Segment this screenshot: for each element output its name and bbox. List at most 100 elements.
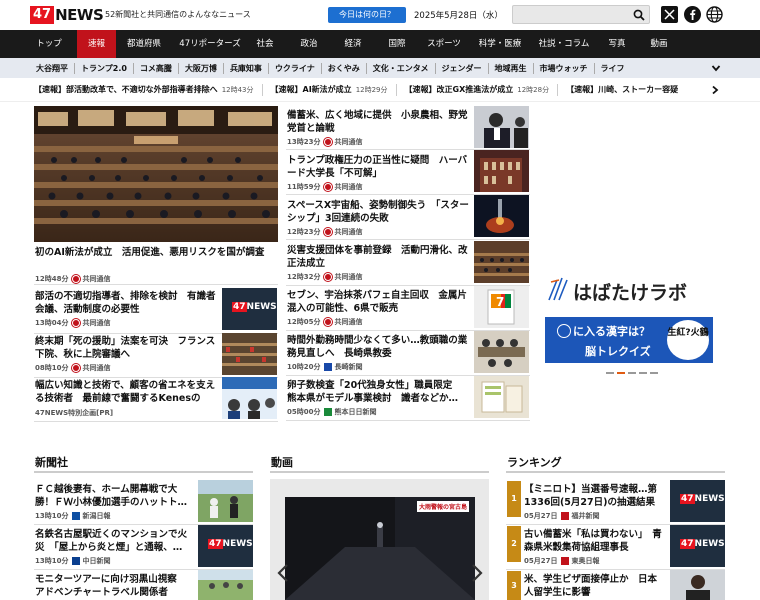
breaking-item[interactable]: 【速報】川崎、ストーカー容疑 <box>566 84 678 95</box>
topic-item[interactable]: 文化・エンタメ <box>365 62 435 74</box>
nav-sports[interactable]: スポーツ <box>424 30 464 58</box>
topic-item[interactable]: コメ高騰 <box>132 62 178 74</box>
topic-item[interactable]: ライフ <box>593 62 631 74</box>
article-item[interactable]: 名鉄名古屋駅近くのマンションで火災 「屋上から炎と煙」と通報、… 13時10分 中… <box>35 529 195 568</box>
article-item[interactable]: 備蓄米、広く地域に提供 小泉農相、野党党首と論戦 13時23分 共同通信 <box>287 110 469 149</box>
article-time: 12時32分 <box>287 273 321 281</box>
article-thumbnail[interactable] <box>198 480 253 522</box>
article-title: モニターツアーに向け羽黒山視察 アドベンチャートラベル関係者 <box>35 574 187 598</box>
x-icon[interactable] <box>661 6 678 23</box>
nav-editorial[interactable]: 社説・コラム <box>536 30 592 58</box>
section-underline <box>270 471 489 473</box>
section-title-newspapers[interactable]: 新聞社 <box>35 454 68 470</box>
topic-item[interactable]: ジェンダー <box>434 62 488 74</box>
topic-item[interactable]: おくやみ <box>320 62 366 74</box>
breaking-item[interactable]: 【速報】部活動改革で、不適切な外部指導者排除へ 12時43分 <box>34 84 254 95</box>
article-item[interactable]: 幅広い知識と技術で、顧客の省エネを支える技術者 最前線で奮闘するKenesの 4… <box>35 380 217 420</box>
article-thumbnail[interactable] <box>474 241 529 283</box>
topic-item[interactable]: 兵庫知事 <box>222 62 268 74</box>
article-source: 長崎新聞 <box>334 363 363 371</box>
toonippo-icon <box>561 557 570 566</box>
article-item[interactable]: ＦＣ越後妻有、ホーム開幕戦で大勝！ＦＷ小林優加選手のハットト… 13時10分 新潟… <box>35 484 195 523</box>
search-input[interactable] <box>512 5 650 24</box>
nav-politics[interactable]: 政治 <box>296 30 322 58</box>
article-item[interactable]: トランプ政権圧力の正当性に疑問 ハーバード大学長「不可解」 11時59分 共同通信 <box>287 155 469 194</box>
article-item[interactable]: スペースX宇宙船、姿勢制御失う 「スターシップ」3回連続の失敗 12時23分 共同… <box>287 200 469 239</box>
article-thumbnail[interactable]: 47NEWS <box>670 525 725 567</box>
video-next-icon[interactable] <box>470 563 484 583</box>
carousel-dots[interactable] <box>606 372 658 374</box>
search-icon[interactable] <box>633 9 645 21</box>
ranking-item[interactable]: 古い備蓄米「私は買わない」 青森県米穀集荷協組理事長 05月27日 東奥日報 <box>524 529 666 568</box>
nav-economy[interactable]: 経済 <box>340 30 366 58</box>
article-thumbnail[interactable]: 7 <box>474 286 529 328</box>
article-thumbnail[interactable] <box>474 376 529 418</box>
breaking-text: 【速報】AI新法が成立 <box>270 85 352 94</box>
lead-title: 初のAI新法が成立 活用促進、悪用リスクを国が調査 <box>35 247 265 258</box>
nav-breaking[interactable]: 速報 <box>77 30 116 58</box>
article-thumbnail[interactable] <box>222 377 277 419</box>
article-item[interactable]: 卵子数検査「20代独身女性」職員限定 熊本県がモデル事業検討 識者などか… 05… <box>287 380 469 419</box>
topic-item[interactable]: 大谷翔平 <box>30 63 74 74</box>
carousel-dot[interactable] <box>606 372 614 374</box>
article-thumbnail[interactable]: 47NEWS <box>222 288 277 330</box>
topic-item[interactable]: 大阪万博 <box>177 62 223 74</box>
nav-photos[interactable]: 写真 <box>604 30 630 58</box>
chunichi-icon <box>72 557 81 566</box>
ranking-item[interactable]: 米、学生ビザ面接停止か 日本人留学生に影響 <box>524 574 666 599</box>
article-item[interactable]: モニターツアーに向け羽黒山視察 アドベンチャートラベル関係者 <box>35 574 195 599</box>
article-thumbnail[interactable] <box>474 106 529 148</box>
nav-reporters[interactable]: 47リポーターズ <box>174 30 246 58</box>
video-prev-icon[interactable] <box>276 563 290 583</box>
article-item[interactable]: セブン、宇治抹茶パフェ自主回収 金属片混入の可能性、6県で販売 12時05分 共同… <box>287 290 469 329</box>
topic-item[interactable]: 地域再生 <box>487 62 533 74</box>
article-thumbnail[interactable]: 47NEWS <box>670 480 725 522</box>
article-item[interactable]: 終末期「死の援助」法案を可決 フランス下院、秋に上院審議へ 08時10分 共同通信 <box>35 336 217 375</box>
quiz-banner[interactable]: に入る漢字は？ 脳トレクイズ 生紅?火鶴 <box>545 317 713 363</box>
carousel-dot[interactable] <box>639 372 647 374</box>
globe-icon[interactable] <box>706 6 723 23</box>
video-player[interactable]: 大雨警報の宮古島 <box>270 479 489 600</box>
nav-science[interactable]: 科学・医療 <box>476 30 524 58</box>
rank-badge: 1 <box>507 481 521 517</box>
article-thumbnail[interactable] <box>474 195 529 237</box>
article-thumbnail[interactable] <box>198 570 253 600</box>
nagasaki-icon <box>324 363 333 372</box>
topic-item[interactable]: ウクライナ <box>267 62 321 74</box>
lead-article[interactable]: 初のAI新法が成立 活用促進、悪用リスクを国が調査 12時48分 共同通信 <box>35 247 279 285</box>
section-title-ranking[interactable]: ランキング <box>507 454 562 470</box>
topic-item[interactable]: 市場ウォッチ <box>532 62 594 74</box>
article-thumbnail[interactable]: 47NEWS <box>198 525 253 567</box>
nav-world[interactable]: 国際 <box>384 30 410 58</box>
article-thumbnail[interactable] <box>474 331 529 373</box>
carousel-dot[interactable] <box>628 372 636 374</box>
ranking-item[interactable]: 【ミニロト】当選番号速報…第1336回(5月27日)の抽選結果 05月27日 福井… <box>524 484 666 523</box>
nav-society[interactable]: 社会 <box>252 30 278 58</box>
breaking-item[interactable]: 【速報】AI新法が成立 12時29分 <box>271 84 388 95</box>
article-thumbnail[interactable] <box>670 570 725 600</box>
carousel-dot[interactable] <box>650 372 658 374</box>
nav-top[interactable]: トップ <box>30 30 68 58</box>
article-time: 10時20分 <box>287 363 321 371</box>
nav-videos[interactable]: 動画 <box>646 30 672 58</box>
quiz-subtitle: 脳トレクイズ <box>585 345 651 358</box>
topic-item[interactable]: トランプ2.0 <box>74 62 133 74</box>
section-title-video[interactable]: 動画 <box>271 454 293 470</box>
video-frame[interactable]: 大雨警報の宮古島 <box>285 497 475 600</box>
lead-photo[interactable] <box>34 106 278 242</box>
article-item[interactable]: 時間外勤務時間少なくて多い…教頭職の業務見直しへ 長崎県教委 10時20分 長崎新… <box>287 335 469 374</box>
article-item[interactable]: 部活の不適切指導者、排除を検討 有識者会議、活動制度の必要性 13時04分 共同通… <box>35 291 217 330</box>
facebook-icon[interactable] <box>684 6 701 23</box>
today-button[interactable]: 今日は何の日？ <box>328 7 406 23</box>
chevron-right-icon[interactable] <box>710 85 720 95</box>
nav-prefectures[interactable]: 都道府県 <box>119 30 169 58</box>
breaking-item[interactable]: 【速報】改正GX推進法が成立 12時28分 <box>405 84 550 95</box>
article-thumbnail[interactable] <box>474 150 529 192</box>
carousel-dot-active[interactable] <box>617 372 625 374</box>
habataki-lab-banner[interactable]: はばたけラボ <box>545 270 713 310</box>
article-thumbnail[interactable] <box>222 333 277 375</box>
article-item[interactable]: 災害支援団体を事前登録 活動円滑化、改正法成立 12時32分 共同通信 <box>287 245 469 284</box>
chevron-down-icon[interactable] <box>711 63 721 73</box>
site-logo[interactable]: 47 NEWS <box>30 6 104 24</box>
breaking-time: 12時28分 <box>517 86 550 94</box>
